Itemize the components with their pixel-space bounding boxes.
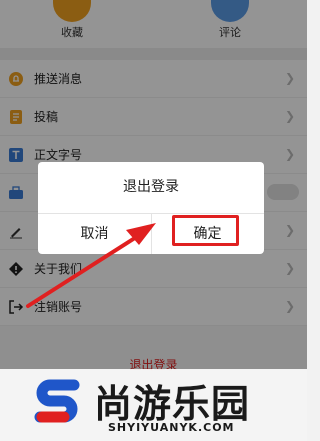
watermark-logo-icon bbox=[34, 379, 80, 423]
watermark-domain: SHYIYUANYK.COM bbox=[108, 421, 235, 434]
watermark-name: 尚游乐园 bbox=[94, 382, 251, 426]
watermark-banner: 尚游乐园 SHYIYUANYK.COM bbox=[0, 369, 307, 441]
